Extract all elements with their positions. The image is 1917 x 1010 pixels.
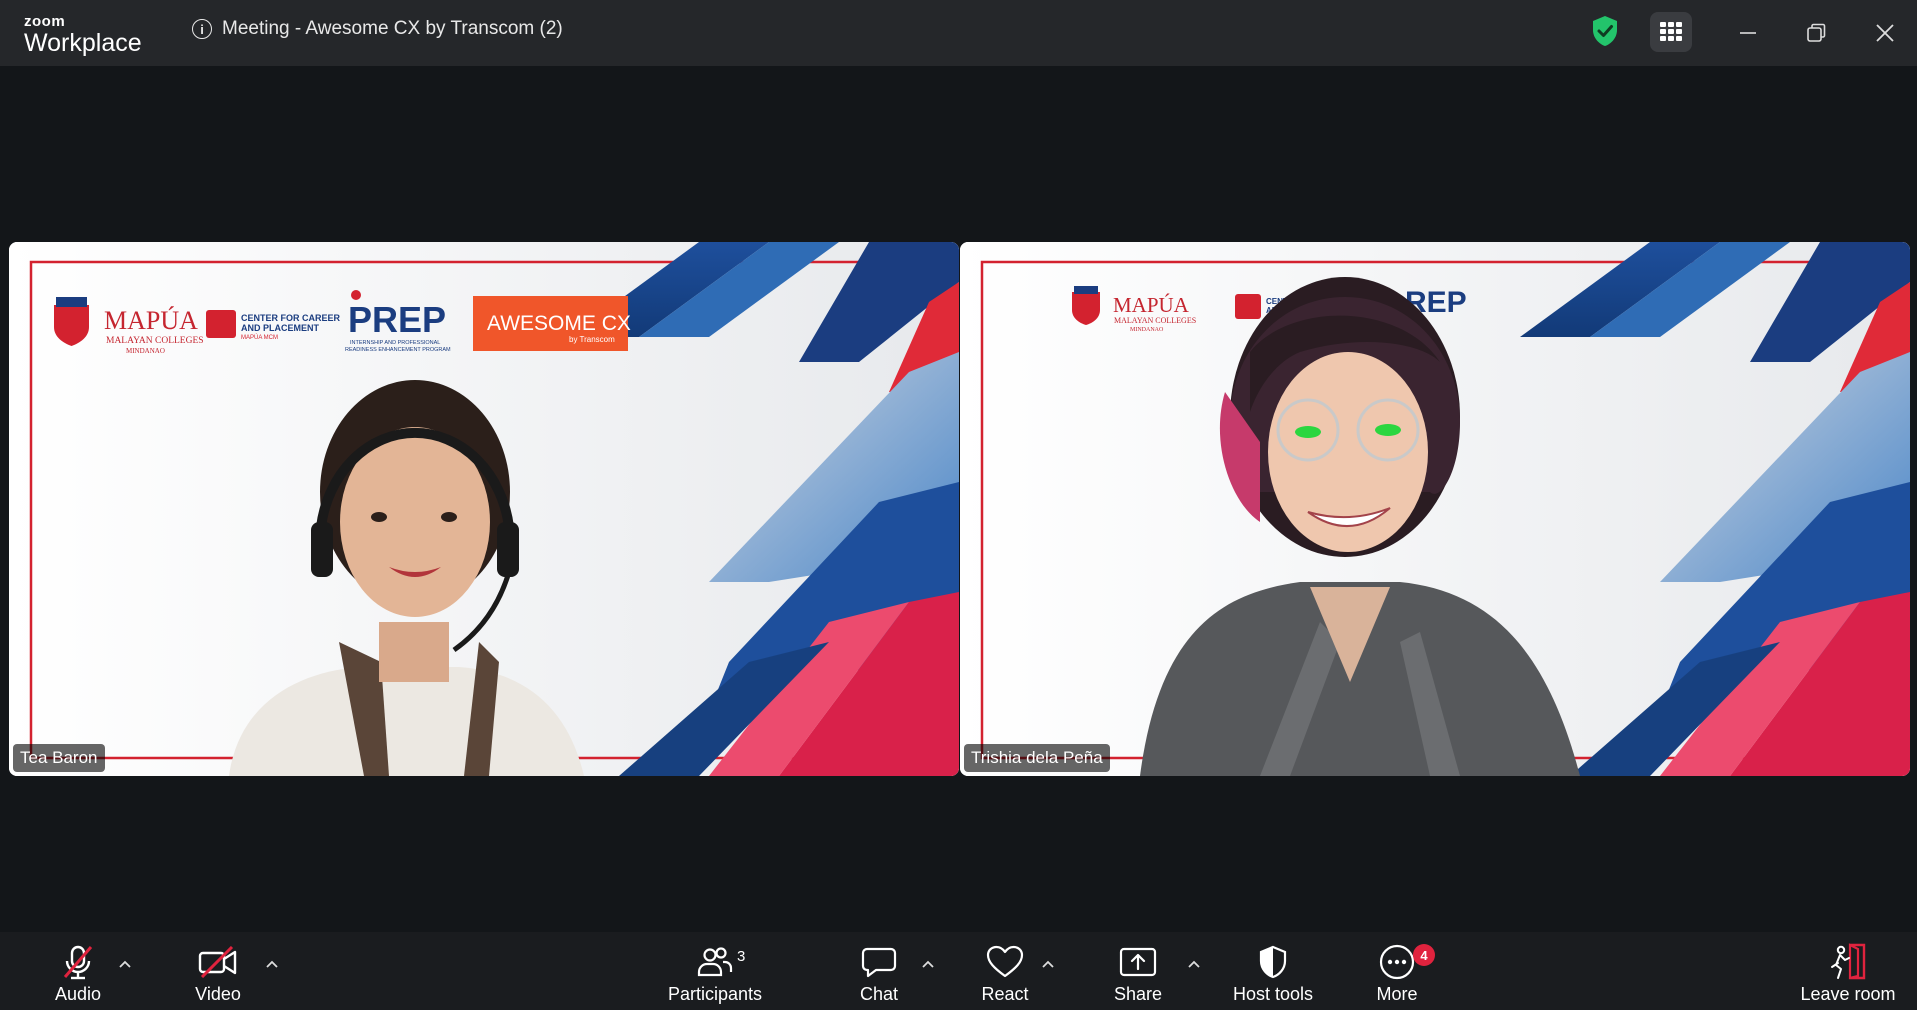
mapua-title: MAPÚA [1113,293,1190,317]
audio-label: Audio [54,984,102,1004]
mapua-logo [54,297,89,346]
camera-off-icon [198,946,237,978]
app-logo: zoom Workplace [24,14,142,56]
virtual-background: MAPÚA MALAYAN COLLEGES MINDANAO CENTER F… [9,242,959,776]
mapua-subtitle: MALAYAN COLLEGES [106,336,204,346]
leave-room-label: Leave room [1800,984,1896,1004]
react-label: React [981,984,1029,1004]
share-button[interactable]: Share [1113,932,1163,1010]
chevron-up-icon [266,960,278,968]
minimize-button[interactable] [1733,18,1763,48]
meeting-info[interactable]: i Meeting - Awesome CX by Transcom (2) [192,16,563,42]
microphone-muted-icon [63,945,93,980]
chat-bubble-icon [861,947,897,978]
host-tools-button[interactable]: Host tools [1228,932,1318,1010]
ccp-line-3: MAPÚA MCM [241,334,278,341]
heart-icon [986,945,1024,978]
prep-logo: PREP [348,299,446,340]
participant-name-tag: Tea Baron [13,744,105,772]
close-button[interactable] [1870,18,1900,48]
mapua-title: MAPÚA [104,306,198,335]
chevron-up-icon [1188,960,1200,968]
title-bar: zoom Workplace i Meeting - Awesome CX by… [0,0,1917,66]
share-options-caret[interactable] [1184,954,1204,974]
prep-sub-2: READINESS ENHANCEMENT PROGRAM [345,347,451,353]
mapua-subtitle-2: MINDANAO [126,347,165,355]
more-icon [1379,944,1415,980]
video-button[interactable]: Video [190,932,246,1010]
share-screen-icon [1119,947,1157,977]
meeting-title: Meeting - Awesome CX by Transcom (2) [222,18,563,39]
participants-label: Participants [667,984,763,1004]
view-layout-button[interactable] [1650,12,1692,52]
audio-button[interactable]: Audio [52,932,104,1010]
prep-sub-1: INTERNSHIP AND PROFESSIONAL [350,340,440,346]
encryption-shield-icon[interactable] [1590,14,1620,48]
chat-options-caret[interactable] [918,954,938,974]
leave-room-icon [1831,943,1866,980]
grid-icon [1660,22,1682,41]
video-label: Video [195,984,241,1004]
participant-name: Tea Baron [20,748,98,767]
app-product: Workplace [24,29,142,57]
ccp-line-2: AND PLACEMENT [241,323,320,333]
minimize-icon [1740,32,1756,34]
participant-name: Trishia dela Peña [971,748,1103,767]
awesome-cx-text: AWESOME CX [487,312,631,335]
ccp-line-1: CENTER FOR CAREER [241,313,341,323]
ccp-logo [206,310,236,338]
chevron-up-icon [1042,960,1054,968]
participants-count: 3 [737,948,746,965]
ccp-logo [1235,294,1261,319]
close-icon [1876,24,1894,42]
video-tile-tea-baron[interactable]: MAPÚA MALAYAN COLLEGES MINDANAO CENTER F… [9,242,959,776]
react-options-caret[interactable] [1038,954,1058,974]
more-button[interactable]: More [1372,932,1422,1010]
participant-name-tag: Trishia dela Peña [964,744,1110,772]
info-icon[interactable]: i [192,19,212,39]
chat-button[interactable]: Chat [855,932,903,1010]
audio-options-caret[interactable] [115,954,135,974]
share-label: Share [1113,984,1163,1004]
awesome-cx-sub: by Transcom [569,335,615,344]
shield-icon [1259,945,1287,979]
restore-button[interactable] [1801,18,1831,48]
leave-room-button[interactable]: Leave room [1798,932,1898,1010]
chat-label: Chat [859,984,899,1004]
chevron-up-icon [922,960,934,968]
host-tools-label: Host tools [1232,984,1314,1004]
mapua-logo [1072,286,1100,325]
video-options-caret[interactable] [262,954,282,974]
video-tile-trishia-dela-pena[interactable]: MAPÚA MALAYAN COLLEGES MINDANAO CENTER F… [960,242,1910,776]
meeting-toolbar: Audio Video Participants 3 Chat React Sh… [0,932,1917,1010]
chevron-up-icon [119,960,131,968]
participants-icon [697,947,733,977]
restore-icon [1807,23,1826,42]
participants-button[interactable]: Participants [660,932,770,1010]
mapua-subtitle: MALAYAN COLLEGES [1114,316,1196,325]
react-button[interactable]: React [980,932,1030,1010]
app-brand: zoom [24,13,66,30]
virtual-background: MAPÚA MALAYAN COLLEGES MINDANAO CENTER F… [960,242,1910,776]
more-label: More [1376,984,1418,1004]
more-notification-badge: 4 [1413,944,1435,966]
mapua-subtitle-2: MINDANAO [1130,327,1164,333]
